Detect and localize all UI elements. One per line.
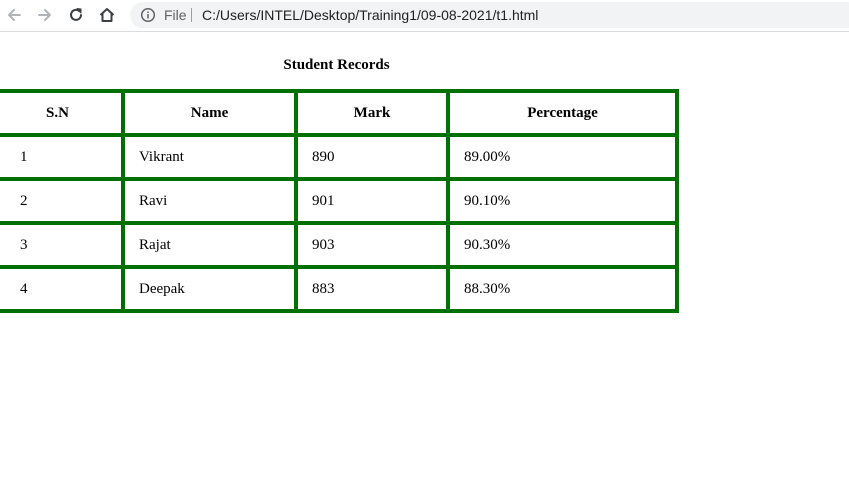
cell-name: Deepak xyxy=(121,265,298,313)
student-records-table: S.N Name Mark Percentage 1 Vikrant 890 8… xyxy=(0,89,679,313)
info-icon[interactable] xyxy=(140,7,156,23)
table-header-row: S.N Name Mark Percentage xyxy=(0,89,679,137)
cell-name: Vikrant xyxy=(121,133,298,181)
header-mark: Mark xyxy=(294,89,450,137)
cell-sn: 4 xyxy=(0,265,125,313)
file-scheme-label: File xyxy=(164,7,187,23)
cell-percentage: 89.00% xyxy=(446,133,679,181)
cell-sn: 2 xyxy=(0,177,125,225)
table-caption: Student Records xyxy=(283,57,390,73)
home-icon xyxy=(99,8,115,22)
home-button[interactable] xyxy=(95,4,119,26)
url-text[interactable]: C:/Users/INTEL/Desktop/Training1/09-08-2… xyxy=(202,7,538,23)
table-row: 3 Rajat 903 90.30% xyxy=(0,221,679,269)
cell-name: Rajat xyxy=(121,221,298,269)
header-sn: S.N xyxy=(0,89,125,137)
back-button[interactable] xyxy=(2,4,26,26)
cell-mark: 890 xyxy=(294,133,450,181)
reload-icon xyxy=(70,8,82,21)
cell-mark: 903 xyxy=(294,221,450,269)
header-name: Name xyxy=(121,89,298,137)
forward-button[interactable] xyxy=(33,4,57,26)
cell-percentage: 90.30% xyxy=(446,221,679,269)
cell-mark: 901 xyxy=(294,177,450,225)
cell-sn: 3 xyxy=(0,221,125,269)
address-separator xyxy=(191,8,192,22)
cell-percentage: 90.10% xyxy=(446,177,679,225)
table-row: 2 Ravi 901 90.10% xyxy=(0,177,679,225)
forward-arrow-icon xyxy=(38,9,51,21)
page-content: Student Records S.N Name Mark Percentage… xyxy=(0,33,849,501)
browser-toolbar: File C:/Users/INTEL/Desktop/Training1/09… xyxy=(0,0,849,32)
cell-sn: 1 xyxy=(0,133,125,181)
table-row: 4 Deepak 883 88.30% xyxy=(0,265,679,313)
back-arrow-icon xyxy=(8,9,21,21)
header-percentage: Percentage xyxy=(446,89,679,137)
reload-button[interactable] xyxy=(64,4,88,26)
table-row: 1 Vikrant 890 89.00% xyxy=(0,133,679,181)
cell-name: Ravi xyxy=(121,177,298,225)
cell-mark: 883 xyxy=(294,265,450,313)
cell-percentage: 88.30% xyxy=(446,265,679,313)
address-bar[interactable]: File C:/Users/INTEL/Desktop/Training1/09… xyxy=(130,2,849,28)
